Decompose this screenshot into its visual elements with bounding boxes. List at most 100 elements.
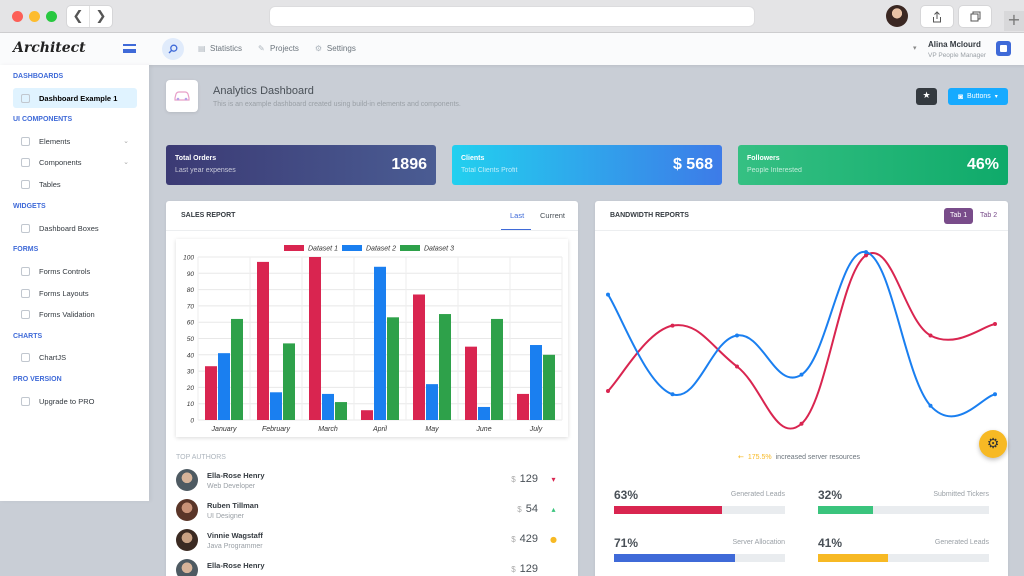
sidebar-item-dashboard-example-1[interactable]: Dashboard Example 1: [13, 88, 137, 108]
note-percentage: 175.5%: [747, 453, 772, 461]
x-tick-label: July: [529, 426, 543, 433]
sidebar-item-components[interactable]: Components ⌄: [13, 152, 137, 172]
settings-icon: ⚙: [314, 43, 323, 53]
address-bar[interactable]: [270, 7, 754, 26]
sidebar-item-forms-layouts[interactable]: Forms Layouts: [13, 283, 137, 303]
minimize-window-button[interactable]: [29, 11, 40, 22]
x-tick-label: April: [372, 426, 387, 433]
legend-swatch: [342, 245, 362, 251]
x-tick-label: June: [475, 426, 491, 433]
stat-value: 46%: [966, 156, 999, 173]
metric-value: 41%: [818, 536, 843, 550]
arrow-left-icon: ←: [738, 453, 744, 461]
nav-settings-label: Settings: [326, 44, 356, 53]
divider: [166, 230, 578, 231]
line-chart-svg: [606, 250, 997, 430]
progress-track: [614, 506, 785, 514]
data-point: [670, 392, 675, 397]
sidebar-item-forms-controls[interactable]: Forms Controls: [13, 261, 137, 281]
bar: [426, 384, 438, 420]
nav-statistics[interactable]: ▤ Statistics: [198, 44, 242, 53]
sidebar-item-dashboard-boxes[interactable]: Dashboard Boxes: [13, 218, 137, 238]
tabs-overview-button[interactable]: [959, 6, 991, 27]
new-tab-button[interactable]: +: [1004, 11, 1024, 31]
legend-label: Dataset 1: [308, 246, 338, 253]
sidebar-item-tables[interactable]: Tables: [13, 174, 137, 194]
user-avatar[interactable]: [886, 5, 908, 27]
chevron-down-icon[interactable]: ▾: [913, 44, 917, 52]
star-button[interactable]: ★: [916, 88, 937, 105]
sidebar-item-upgrade-to-pro[interactable]: Upgrade to PRO: [13, 391, 137, 411]
progress-track: [614, 554, 785, 562]
nav-settings[interactable]: ⚙ Settings: [315, 44, 356, 53]
nav-projects[interactable]: ✎ Projects: [258, 44, 299, 53]
author-row: Ella-Rose Henry Web Developer $129 ▾: [176, 469, 560, 497]
sidebar-item-chartjs[interactable]: ChartJS: [13, 347, 137, 367]
bar: [491, 318, 503, 420]
data-point: [799, 372, 804, 377]
author-row: Vinnie Wagstaff Java Programmer $429 ●: [176, 529, 560, 557]
back-button[interactable]: ❮: [67, 6, 90, 27]
y-tick-label: 70: [187, 303, 195, 310]
tab-2[interactable]: Tab 2: [974, 208, 1003, 224]
sidebar-heading-ui-components: UI Components: [13, 116, 73, 123]
author-role: UI Designer: [207, 513, 244, 520]
avatar: [176, 499, 198, 521]
sidebar-item-label: Forms Validation: [39, 309, 95, 319]
amount-value: 129: [519, 473, 538, 485]
maximize-window-button[interactable]: [46, 11, 57, 22]
tab-current[interactable]: Current: [540, 211, 565, 220]
metric-label: Generated Leads: [730, 491, 785, 498]
tab-1[interactable]: Tab 1: [944, 208, 974, 224]
validation-icon: [21, 309, 30, 319]
chevron-down-icon: ▾: [994, 93, 998, 100]
y-tick-label: 10: [187, 401, 195, 408]
metric-value: 63%: [614, 488, 639, 502]
data-point: [928, 403, 933, 408]
business-icon: ◙: [958, 92, 964, 101]
share-icon: [933, 10, 941, 22]
bar: [205, 366, 217, 420]
user-menu-button[interactable]: [996, 41, 1011, 56]
tab-last[interactable]: Last: [510, 211, 524, 220]
stat-value: 1896: [391, 156, 427, 173]
sidebar-item-forms-validation[interactable]: Forms Validation: [13, 304, 137, 324]
progress-track: [818, 506, 989, 514]
upgrade-icon: [21, 396, 30, 406]
boxes-icon: [21, 223, 30, 233]
search-button[interactable]: [162, 38, 184, 60]
hamburger-menu-icon[interactable]: [123, 44, 136, 53]
data-point: [606, 389, 610, 394]
data-point: [864, 250, 868, 255]
data-point: [993, 322, 997, 327]
author-name: Vinnie Wagstaff: [207, 531, 263, 540]
amount-value: 129: [519, 563, 538, 575]
stat-label: Followers: [747, 155, 780, 162]
legend-swatch: [400, 245, 420, 251]
progress-track: [818, 554, 989, 562]
legend-label: Dataset 2: [366, 246, 396, 253]
sidebar-item-elements[interactable]: Elements ⌄: [13, 131, 137, 151]
x-tick-label: May: [425, 426, 439, 433]
share-button[interactable]: [921, 6, 953, 27]
settings-fab[interactable]: ⚙: [979, 430, 1007, 458]
status-dot-icon: ●: [550, 535, 557, 544]
dashboard-icon: [21, 93, 30, 103]
currency-symbol: $: [511, 565, 516, 574]
sidebar-item-label: Tables: [39, 179, 61, 189]
forward-button[interactable]: ❯: [90, 6, 112, 27]
chevron-down-icon: ⌄: [123, 158, 129, 166]
projects-icon: ✎: [258, 43, 265, 53]
currency-symbol: $: [517, 505, 522, 514]
car-icon: [21, 157, 30, 167]
y-tick-label: 0: [190, 418, 194, 425]
bar: [413, 294, 425, 420]
buttons-dropdown[interactable]: ◙ Buttons ▾: [948, 88, 1008, 105]
bar: [361, 410, 373, 420]
sidebar: Dashboards Dashboard Example 1 UI Compon…: [0, 65, 149, 501]
close-window-button[interactable]: [12, 11, 23, 22]
legend-label: Dataset 3: [424, 246, 454, 253]
app-logo: Architect: [13, 40, 86, 56]
bar: [387, 317, 399, 420]
progress-fill: [614, 554, 736, 562]
